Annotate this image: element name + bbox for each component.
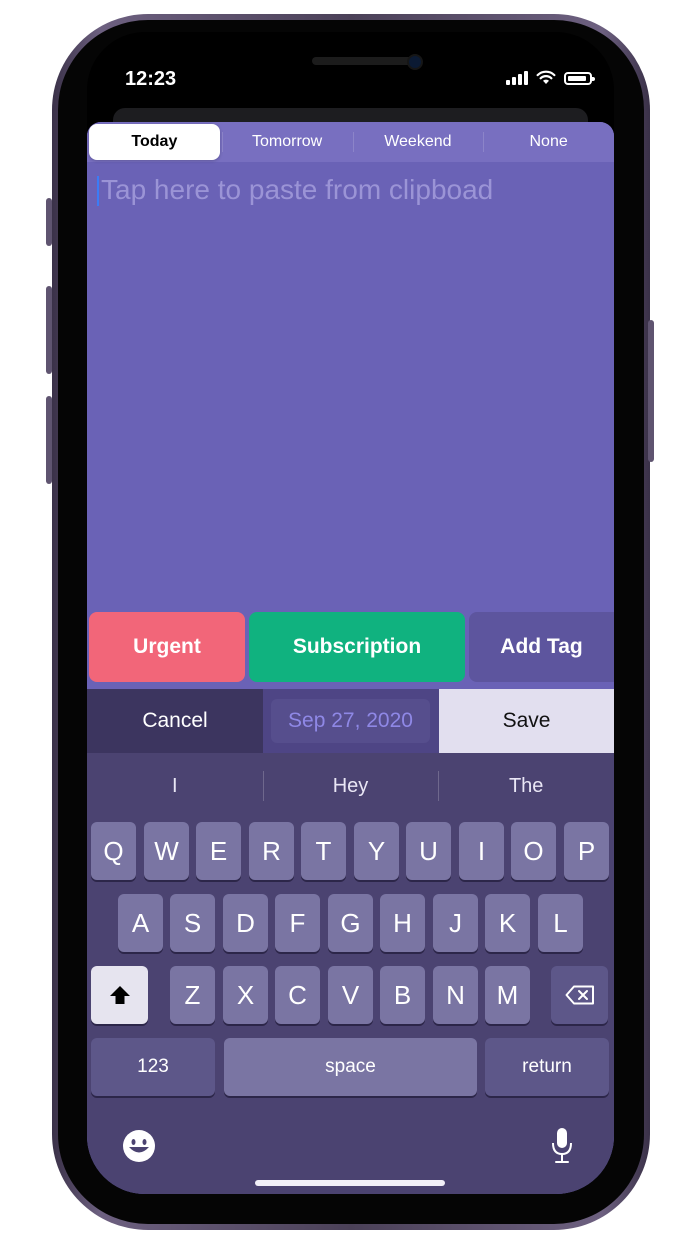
key-d[interactable]: D (223, 894, 268, 952)
date-picker-button[interactable]: Sep 27, 2020 (271, 699, 430, 743)
home-indicator[interactable] (255, 1180, 445, 1186)
front-camera (407, 54, 423, 70)
segment-none[interactable]: None (483, 122, 614, 162)
key-n[interactable]: N (433, 966, 478, 1024)
key-f[interactable]: F (275, 894, 320, 952)
predictive-bar: I Hey The (87, 753, 614, 819)
key-e[interactable]: E (196, 822, 241, 880)
suggestion-item[interactable]: The (438, 753, 614, 819)
tag-row: Urgent Subscription Add Tag (87, 612, 614, 682)
key-b[interactable]: B (380, 966, 425, 1024)
key-x[interactable]: X (223, 966, 268, 1024)
quick-add-sheet: Today Tomorrow Weekend None Tap here to … (87, 122, 614, 1194)
emoji-icon (123, 1130, 155, 1162)
side-button-power (648, 320, 654, 462)
text-cursor (97, 176, 99, 206)
key-y[interactable]: Y (354, 822, 399, 880)
key-s[interactable]: S (170, 894, 215, 952)
urgent-tag-button[interactable]: Urgent (89, 612, 245, 682)
return-key[interactable]: return (485, 1038, 609, 1096)
note-text-area[interactable]: Tap here to paste from clipboad (97, 170, 597, 650)
add-tag-button[interactable]: Add Tag (469, 612, 614, 682)
key-r[interactable]: R (249, 822, 294, 880)
key-i[interactable]: I (459, 822, 504, 880)
save-button[interactable]: Save (439, 689, 614, 753)
segment-tomorrow[interactable]: Tomorrow (221, 122, 353, 162)
cancel-button[interactable]: Cancel (87, 689, 263, 753)
key-v[interactable]: V (328, 966, 373, 1024)
microphone-icon (552, 1128, 572, 1163)
key-p[interactable]: P (564, 822, 609, 880)
suggestion-item[interactable]: I (87, 753, 263, 819)
key-o[interactable]: O (511, 822, 556, 880)
side-button-mute (46, 198, 52, 246)
suggestion-item[interactable]: Hey (262, 753, 439, 819)
status-icons (506, 70, 595, 85)
space-key[interactable]: space (224, 1038, 477, 1096)
key-z[interactable]: Z (170, 966, 215, 1024)
speaker-grille (312, 57, 416, 65)
key-q[interactable]: Q (91, 822, 136, 880)
key-u[interactable]: U (406, 822, 451, 880)
key-h[interactable]: H (380, 894, 425, 952)
due-date-segmented-control: Today Tomorrow Weekend None (87, 122, 614, 162)
key-l[interactable]: L (538, 894, 583, 952)
emoji-button[interactable] (121, 1128, 157, 1164)
numbers-key[interactable]: 123 (91, 1038, 215, 1096)
dictation-button[interactable] (549, 1126, 575, 1166)
segment-weekend[interactable]: Weekend (352, 122, 484, 162)
key-k[interactable]: K (485, 894, 530, 952)
key-c[interactable]: C (275, 966, 320, 1024)
shift-icon (109, 986, 130, 1004)
cellular-signal-icon (506, 71, 528, 85)
backspace-icon (565, 985, 594, 1005)
action-bar: Cancel Sep 27, 2020 Save (87, 689, 614, 753)
key-a[interactable]: A (118, 894, 163, 952)
screen: 12:23 Today Tomorrow Weekend None Tap he… (87, 32, 614, 1194)
status-time: 12:23 (125, 68, 177, 90)
subscription-tag-button[interactable]: Subscription (249, 612, 465, 682)
key-g[interactable]: G (328, 894, 373, 952)
shift-key[interactable] (91, 966, 148, 1024)
side-button-volume-up (46, 286, 52, 374)
segment-today[interactable]: Today (89, 124, 220, 160)
backspace-key[interactable] (551, 966, 608, 1024)
wifi-icon (536, 70, 556, 84)
key-t[interactable]: T (301, 822, 346, 880)
date-picker-cell: Sep 27, 2020 (263, 689, 439, 753)
battery-icon (564, 72, 595, 85)
key-m[interactable]: M (485, 966, 530, 1024)
side-button-volume-down (46, 396, 52, 484)
key-w[interactable]: W (144, 822, 189, 880)
key-j[interactable]: J (433, 894, 478, 952)
keyboard: I Hey The Q W E R T Y U I O P A S D F G … (87, 753, 614, 1194)
paste-placeholder: Tap here to paste from clipboad (101, 174, 494, 205)
